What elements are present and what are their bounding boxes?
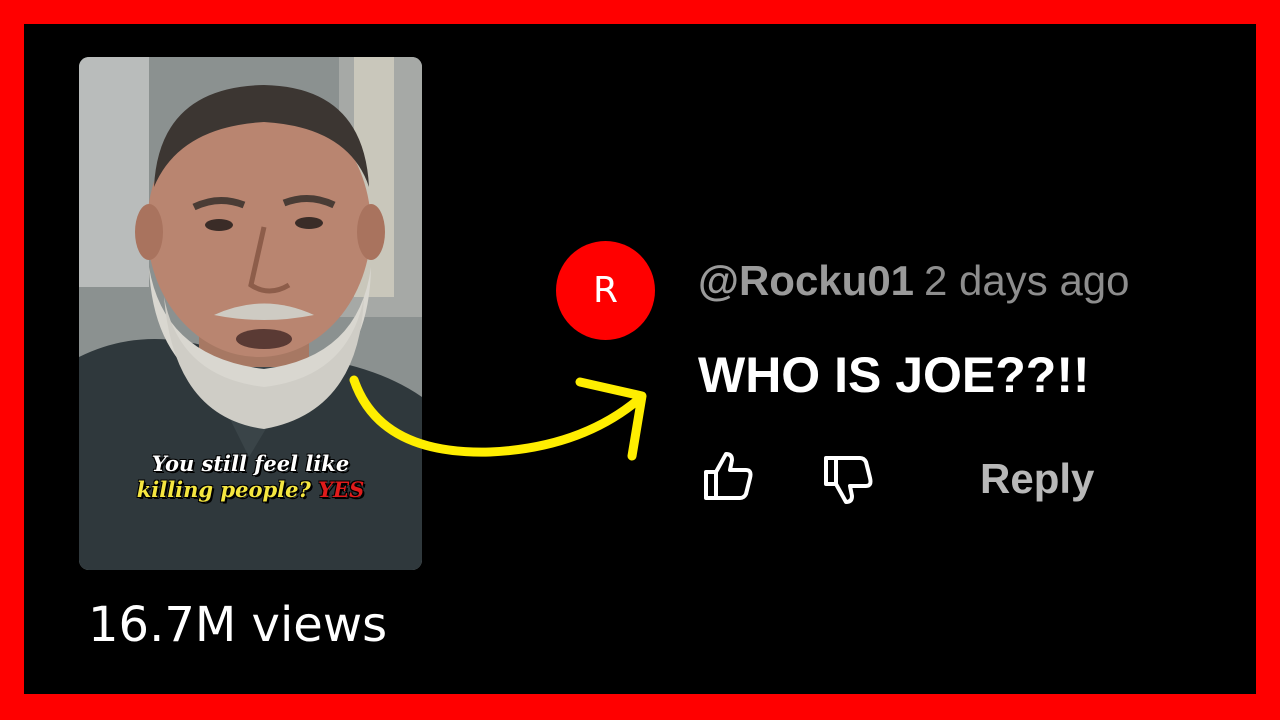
- view-count: 16.7M views: [88, 597, 388, 653]
- caption-answer: YES: [318, 477, 365, 502]
- comment-text: WHO IS JOE??!!: [698, 347, 1090, 403]
- caption-line-2: killing people?: [136, 477, 311, 502]
- video-thumbnail[interactable]: You still feel like killing people? YES: [79, 57, 422, 570]
- reply-button[interactable]: Reply: [980, 455, 1094, 503]
- curved-arrow-icon: [349, 375, 647, 461]
- thumbs-up-icon[interactable]: [700, 448, 756, 504]
- comment-meta: @Rocku01 2 days ago: [698, 257, 1130, 305]
- comment-username[interactable]: @Rocku01: [698, 257, 914, 304]
- avatar[interactable]: R: [556, 241, 655, 340]
- comment-timestamp[interactable]: 2 days ago: [924, 257, 1130, 304]
- avatar-letter: R: [592, 270, 618, 311]
- thumbs-down-icon[interactable]: [820, 452, 876, 508]
